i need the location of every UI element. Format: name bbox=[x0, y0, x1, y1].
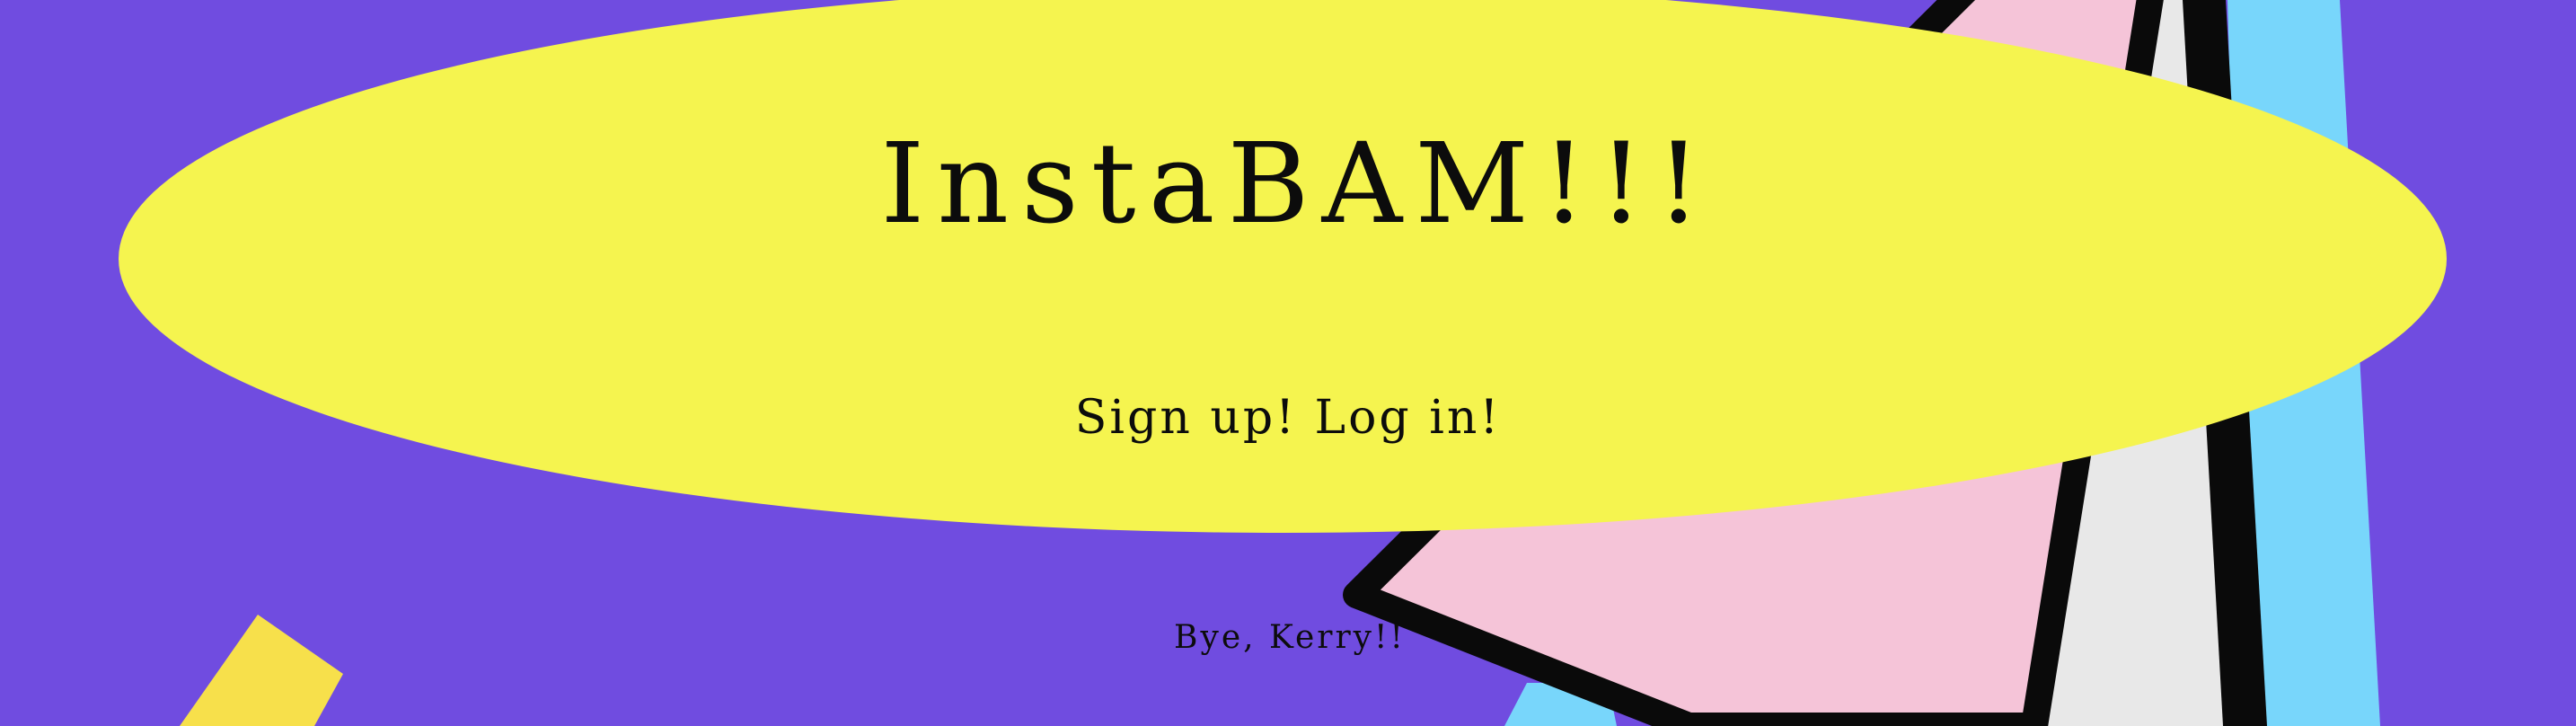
title-ellipse bbox=[119, 0, 2447, 533]
farewell-message: Bye, Kerry!! bbox=[1174, 619, 1406, 656]
landing-page: InstaBAM!!! Sign up! Log in! Bye, Kerry!… bbox=[0, 0, 2576, 726]
log-in-link[interactable]: Log in! bbox=[1315, 391, 1502, 445]
sign-up-link[interactable]: Sign up! bbox=[1075, 391, 1297, 445]
app-title: InstaBAM!!! bbox=[880, 120, 1714, 249]
auth-links: Sign up! Log in! bbox=[0, 386, 2576, 449]
